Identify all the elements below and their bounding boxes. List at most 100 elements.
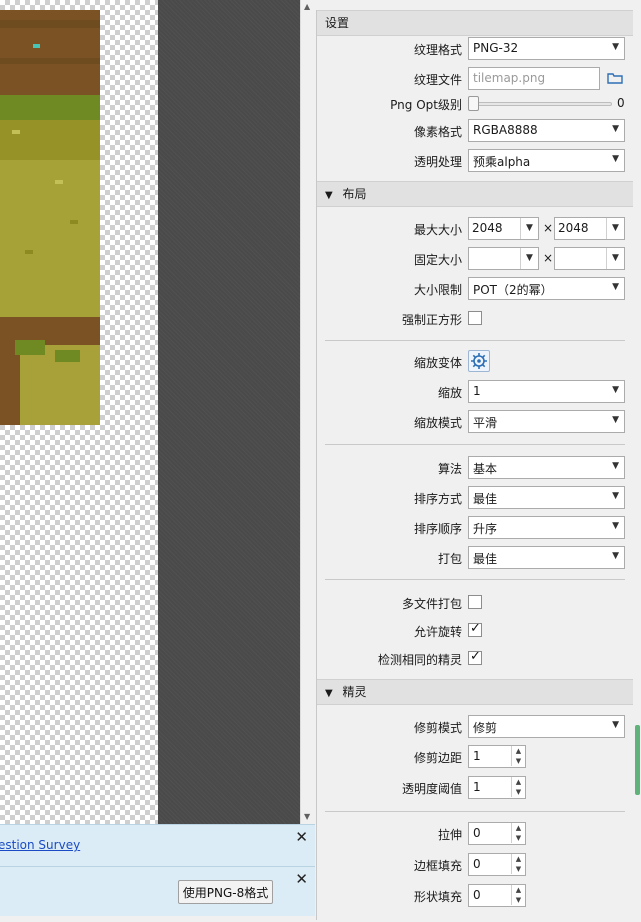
size-limit-row: 大小限制 POT（2的幂） ▼ — [317, 275, 633, 303]
detect-identical-checkbox[interactable] — [468, 649, 482, 665]
sort-by-select[interactable]: 最佳 ▼ — [468, 486, 625, 509]
trim-mode-select[interactable]: 修剪 ▼ — [468, 715, 625, 738]
spin-down-icon[interactable]: ▼ — [511, 833, 525, 843]
spin-down-icon[interactable]: ▼ — [511, 864, 525, 874]
spin-value: 0 — [473, 888, 481, 902]
texture-format-row: 纹理格式 PNG-32 ▼ — [317, 35, 633, 63]
chevron-down-icon: ▼ — [612, 154, 619, 164]
force-square-checkbox[interactable] — [468, 311, 482, 325]
spin-value: 1 — [473, 780, 481, 794]
divider — [325, 444, 625, 445]
field-label: 大小限制 — [413, 283, 462, 297]
spin-down-icon[interactable]: ▼ — [511, 787, 525, 797]
canvas-background — [158, 0, 300, 824]
sort-order-select[interactable]: 升序 ▼ — [468, 516, 625, 539]
fixed-height-select[interactable]: ▼ — [554, 247, 625, 270]
field-label: 修剪模式 — [413, 721, 462, 735]
sprites-section-header[interactable]: ▼ 精灵 — [317, 679, 633, 705]
spin-value: 0 — [473, 826, 481, 840]
algorithm-row: 算法 基本 ▼ — [317, 454, 633, 482]
field-label: 形状填充 — [413, 890, 462, 904]
spin-down-icon[interactable]: ▼ — [511, 895, 525, 905]
scrollbar-thumb[interactable] — [635, 725, 640, 795]
select-value: POT（2的幂） — [473, 283, 553, 297]
field-label: 纹理格式 — [413, 43, 462, 57]
panel-vertical-scrollbar[interactable] — [633, 10, 641, 920]
chevron-down-icon: ▼ — [520, 248, 538, 269]
chevron-down-icon: ▼ — [612, 551, 619, 561]
pixel-format-select[interactable]: RGBA8888 ▼ — [468, 119, 625, 142]
field-label: Png Opt级别 — [390, 98, 462, 112]
multipack-checkbox[interactable] — [468, 595, 482, 609]
scale-variants-row: 缩放变体 — [317, 348, 633, 376]
texture-format-select[interactable]: PNG-32 ▼ — [468, 37, 625, 60]
divider — [325, 579, 625, 580]
times-sign: × — [543, 251, 554, 265]
field-label: 透明处理 — [413, 155, 462, 169]
texture-file-row: 纹理文件 tilemap.png — [317, 65, 633, 93]
alpha-threshold-spinbox[interactable]: 1 ▲ ▼ — [468, 776, 526, 799]
canvas-vertical-scrollbar[interactable]: ▲ ▼ — [300, 0, 315, 824]
field-label: 算法 — [437, 462, 462, 476]
png-opt-slider-thumb[interactable] — [468, 96, 479, 111]
chevron-down-icon: ▼ — [612, 415, 619, 425]
max-width-select[interactable]: 2048 ▼ — [468, 217, 539, 240]
border-padding-spinbox[interactable]: 0 ▲ ▼ — [468, 853, 526, 876]
sprite-canvas[interactable] — [0, 0, 300, 824]
fixed-width-select[interactable]: ▼ — [468, 247, 539, 270]
select-value: 预乘alpha — [473, 155, 531, 169]
spin-up-icon[interactable]: ▲ — [511, 746, 525, 756]
chevron-down-icon: ▼ — [612, 491, 619, 501]
survey-link[interactable]: estion Survey — [0, 838, 80, 852]
field-label: 透明度阈值 — [401, 782, 462, 796]
use-png8-button[interactable]: 使用PNG-8格式 — [178, 880, 273, 904]
close-icon[interactable]: ✕ — [295, 870, 308, 888]
trim-margin-row: 修剪边距 1 ▲ ▼ — [317, 743, 633, 771]
algorithm-select[interactable]: 基本 ▼ — [468, 456, 625, 479]
extrude-row: 拉伸 0 ▲ ▼ — [317, 820, 633, 848]
allow-rotation-row: 允许旋转 — [317, 617, 633, 645]
chevron-down-icon: ▼ — [612, 385, 619, 395]
spin-up-icon[interactable]: ▲ — [511, 885, 525, 895]
spin-up-icon[interactable]: ▲ — [511, 823, 525, 833]
field-label: 允许旋转 — [413, 625, 462, 639]
png-opt-row: Png Opt级别 0 — [317, 90, 633, 118]
layout-section-header[interactable]: ▼ 布局 — [317, 181, 633, 207]
tilemap-preview-image — [0, 10, 100, 425]
spin-up-icon[interactable]: ▲ — [511, 854, 525, 864]
alpha-handling-select[interactable]: 预乘alpha ▼ — [468, 149, 625, 172]
field-label: 拉伸 — [437, 828, 462, 842]
allow-rotation-checkbox[interactable] — [468, 621, 482, 637]
texture-file-input[interactable]: tilemap.png — [468, 67, 600, 90]
scale-variants-button[interactable] — [468, 350, 490, 372]
pack-select[interactable]: 最佳 ▼ — [468, 546, 625, 569]
size-limit-select[interactable]: POT（2的幂） ▼ — [468, 277, 625, 300]
scale-mode-select[interactable]: 平滑 ▼ — [468, 410, 625, 433]
select-value: 2048 — [472, 221, 503, 235]
scroll-up-icon[interactable]: ▲ — [304, 2, 310, 11]
select-value: PNG-32 — [473, 41, 519, 55]
alpha-handling-row: 透明处理 预乘alpha ▼ — [317, 147, 633, 175]
shape-padding-spinbox[interactable]: 0 ▲ ▼ — [468, 884, 526, 907]
chevron-down-icon: ▼ — [612, 521, 619, 531]
extrude-spinbox[interactable]: 0 ▲ ▼ — [468, 822, 526, 845]
spin-down-icon[interactable]: ▼ — [511, 756, 525, 766]
scroll-down-icon[interactable]: ▼ — [304, 812, 310, 821]
settings-panel: 设置 纹理格式 PNG-32 ▼ 纹理文件 tilemap.png Png Op… — [316, 10, 633, 920]
field-label: 纹理文件 — [413, 73, 462, 87]
scale-select[interactable]: 1 ▼ — [468, 380, 625, 403]
spin-up-icon[interactable]: ▲ — [511, 777, 525, 787]
trim-margin-spinbox[interactable]: 1 ▲ ▼ — [468, 745, 526, 768]
gear-icon — [471, 353, 487, 369]
close-icon[interactable]: ✕ — [295, 828, 308, 846]
max-height-select[interactable]: 2048 ▼ — [554, 217, 625, 240]
png-opt-slider-track[interactable] — [472, 102, 612, 106]
folder-open-icon[interactable] — [606, 69, 624, 87]
chevron-down-icon: ▼ — [606, 248, 624, 269]
slider-value: 0 — [617, 96, 625, 110]
divider — [325, 811, 625, 812]
field-label: 缩放模式 — [413, 416, 462, 430]
chevron-down-icon: ▼ — [612, 124, 619, 134]
settings-section-header: 设置 — [317, 10, 633, 36]
triangle-down-icon: ▼ — [325, 190, 333, 201]
